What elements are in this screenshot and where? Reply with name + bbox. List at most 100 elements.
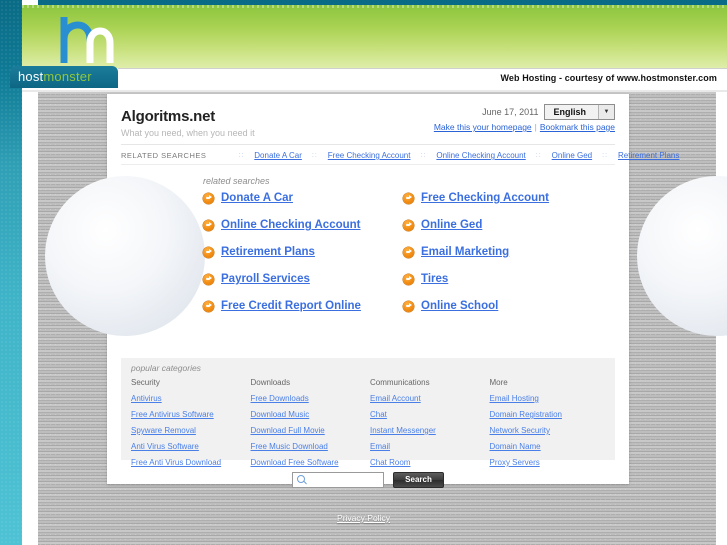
related-link-donate-a-car[interactable]: Donate A Car (221, 192, 293, 204)
category-link[interactable]: Email (370, 442, 490, 451)
category-column-downloads: Downloads Free Downloads Download Music … (251, 378, 371, 474)
category-link[interactable]: Instant Messenger (370, 426, 490, 435)
category-title: Communications (370, 378, 430, 387)
related-link-online-checking-account[interactable]: Online Checking Account (221, 219, 361, 231)
popular-categories-heading: popular categories (131, 363, 201, 373)
search-input[interactable] (309, 474, 382, 486)
category-title: Downloads (250, 378, 291, 387)
related-searches-row: Retirement Plans Email Marketing (203, 246, 603, 258)
related-link-payroll-services[interactable]: Payroll Services (221, 273, 310, 285)
related-searches-bar: RELATED SEARCHES :: Donate A Car :: Free C… (121, 151, 679, 160)
chevron-down-icon[interactable]: ▼ (598, 105, 614, 119)
category-link[interactable]: Chat (370, 410, 490, 419)
separator-dots: :: (602, 152, 609, 159)
arrow-circle-icon (403, 219, 414, 231)
hostmonster-logo-tab[interactable]: hostmonster (10, 66, 118, 88)
category-link[interactable]: Free Music Download (251, 442, 371, 451)
courtesy-text: Web Hosting - courtesy of www.hostmonste… (500, 73, 717, 83)
related-search-item[interactable]: Payroll Services (203, 273, 403, 285)
related-search-item[interactable]: Donate A Car (203, 192, 403, 204)
content-card: Algoritms.net What you need, when you ne… (45, 94, 727, 488)
related-searches-row: Free Credit Report Online Online School (203, 300, 603, 312)
arrow-circle-icon (203, 246, 214, 258)
related-searches-label: RELATED SEARCHES (121, 151, 207, 160)
category-column-security: Security Antivirus Free Antivirus Softwa… (131, 378, 251, 474)
category-title: More (489, 378, 508, 387)
make-homepage-link[interactable]: Make this your homepage (434, 122, 532, 132)
category-link[interactable]: Spyware Removal (131, 426, 251, 435)
related-bar-link-0[interactable]: Donate A Car (254, 151, 302, 160)
related-search-item[interactable]: Retirement Plans (203, 246, 403, 258)
related-link-tires[interactable]: Tires (421, 273, 448, 285)
related-bar-link-4[interactable]: Retirement Plans (618, 151, 679, 160)
category-link[interactable]: Domain Name (490, 442, 610, 451)
separator-dots: :: (238, 152, 245, 159)
related-searches-grid: Donate A Car Free Checking Account Onlin… (203, 192, 603, 327)
category-column-more: More Email Hosting Domain Registration N… (490, 378, 610, 474)
related-searches-row: Payroll Services Tires (203, 273, 603, 285)
related-link-free-checking-account[interactable]: Free Checking Account (421, 192, 549, 204)
category-link[interactable]: Free Downloads (251, 394, 371, 403)
language-select[interactable]: English ▼ (544, 104, 615, 120)
footer: Privacy Policy (0, 508, 727, 526)
related-link-email-marketing[interactable]: Email Marketing (421, 246, 509, 258)
category-link[interactable]: Domain Registration (490, 410, 610, 419)
search-icon (295, 474, 307, 486)
category-link[interactable]: Download Music (251, 410, 371, 419)
category-link[interactable]: Free Anti Virus Download (131, 458, 251, 467)
page-root: hostmonster Web Hosting - courtesy of ww… (0, 0, 727, 545)
arrow-circle-icon (403, 246, 414, 258)
related-searches-row: Online Checking Account Online Ged (203, 219, 603, 231)
related-search-item[interactable]: Tires (403, 273, 603, 285)
category-link[interactable]: Chat Room (370, 458, 490, 467)
logo-text-monster: monster (43, 69, 92, 84)
category-link[interactable]: Network Security (490, 426, 610, 435)
separator-dots: :: (420, 152, 427, 159)
related-searches-row: Donate A Car Free Checking Account (203, 192, 603, 204)
category-title: Security (131, 378, 160, 387)
category-link[interactable]: Anti Virus Software (131, 442, 251, 451)
search-field[interactable] (292, 472, 385, 488)
separator-dots: :: (535, 152, 542, 159)
related-searches-bar-items: :: Donate A Car :: Free Checking Account :… (228, 151, 679, 160)
arrow-circle-icon (203, 300, 214, 312)
header-divider (121, 144, 615, 145)
category-link[interactable]: Download Full Movie (251, 426, 371, 435)
related-bar-link-3[interactable]: Online Ged (552, 151, 592, 160)
search-row: Search (107, 472, 629, 488)
search-button[interactable]: Search (393, 472, 444, 488)
category-column-communications: Communications Email Account Chat Instan… (370, 378, 490, 474)
related-search-item[interactable]: Free Checking Account (403, 192, 603, 204)
arrow-circle-icon (203, 273, 214, 285)
related-link-retirement-plans[interactable]: Retirement Plans (221, 246, 315, 258)
related-link-free-credit-report-online[interactable]: Free Credit Report Online (221, 300, 361, 312)
bookmark-page-link[interactable]: Bookmark this page (540, 122, 615, 132)
category-link[interactable]: Proxy Servers (490, 458, 610, 467)
current-date: June 17, 2011 (482, 107, 539, 117)
related-searches-heading: related searches (203, 176, 270, 186)
category-link[interactable]: Download Free Software (251, 458, 371, 467)
privacy-policy-link[interactable]: Privacy Policy (337, 513, 390, 523)
arrow-circle-icon (403, 300, 414, 312)
related-link-online-ged[interactable]: Online Ged (421, 219, 482, 231)
popular-categories-panel: popular categories Security Antivirus Fr… (121, 358, 615, 467)
page-tagline: What you need, when you need it (121, 128, 255, 138)
category-link[interactable]: Email Account (370, 394, 490, 403)
decorative-circle-left (45, 176, 205, 336)
category-link[interactable]: Email Hosting (490, 394, 610, 403)
arrow-circle-icon (203, 219, 214, 231)
related-search-item[interactable]: Free Credit Report Online (203, 300, 403, 312)
hostmonster-header-band (22, 5, 727, 68)
date-and-language-row: June 17, 2011 English ▼ (482, 104, 615, 120)
related-search-item[interactable]: Email Marketing (403, 246, 603, 258)
language-select-value: English (553, 107, 586, 117)
related-search-item[interactable]: Online School (403, 300, 603, 312)
related-search-item[interactable]: Online Checking Account (203, 219, 403, 231)
related-bar-link-1[interactable]: Free Checking Account (328, 151, 411, 160)
related-link-online-school[interactable]: Online School (421, 300, 498, 312)
related-search-item[interactable]: Online Ged (403, 219, 603, 231)
category-link[interactable]: Free Antivirus Software (131, 410, 251, 419)
header-links-separator: | (534, 122, 537, 132)
category-link[interactable]: Antivirus (131, 394, 251, 403)
related-bar-link-2[interactable]: Online Checking Account (436, 151, 525, 160)
